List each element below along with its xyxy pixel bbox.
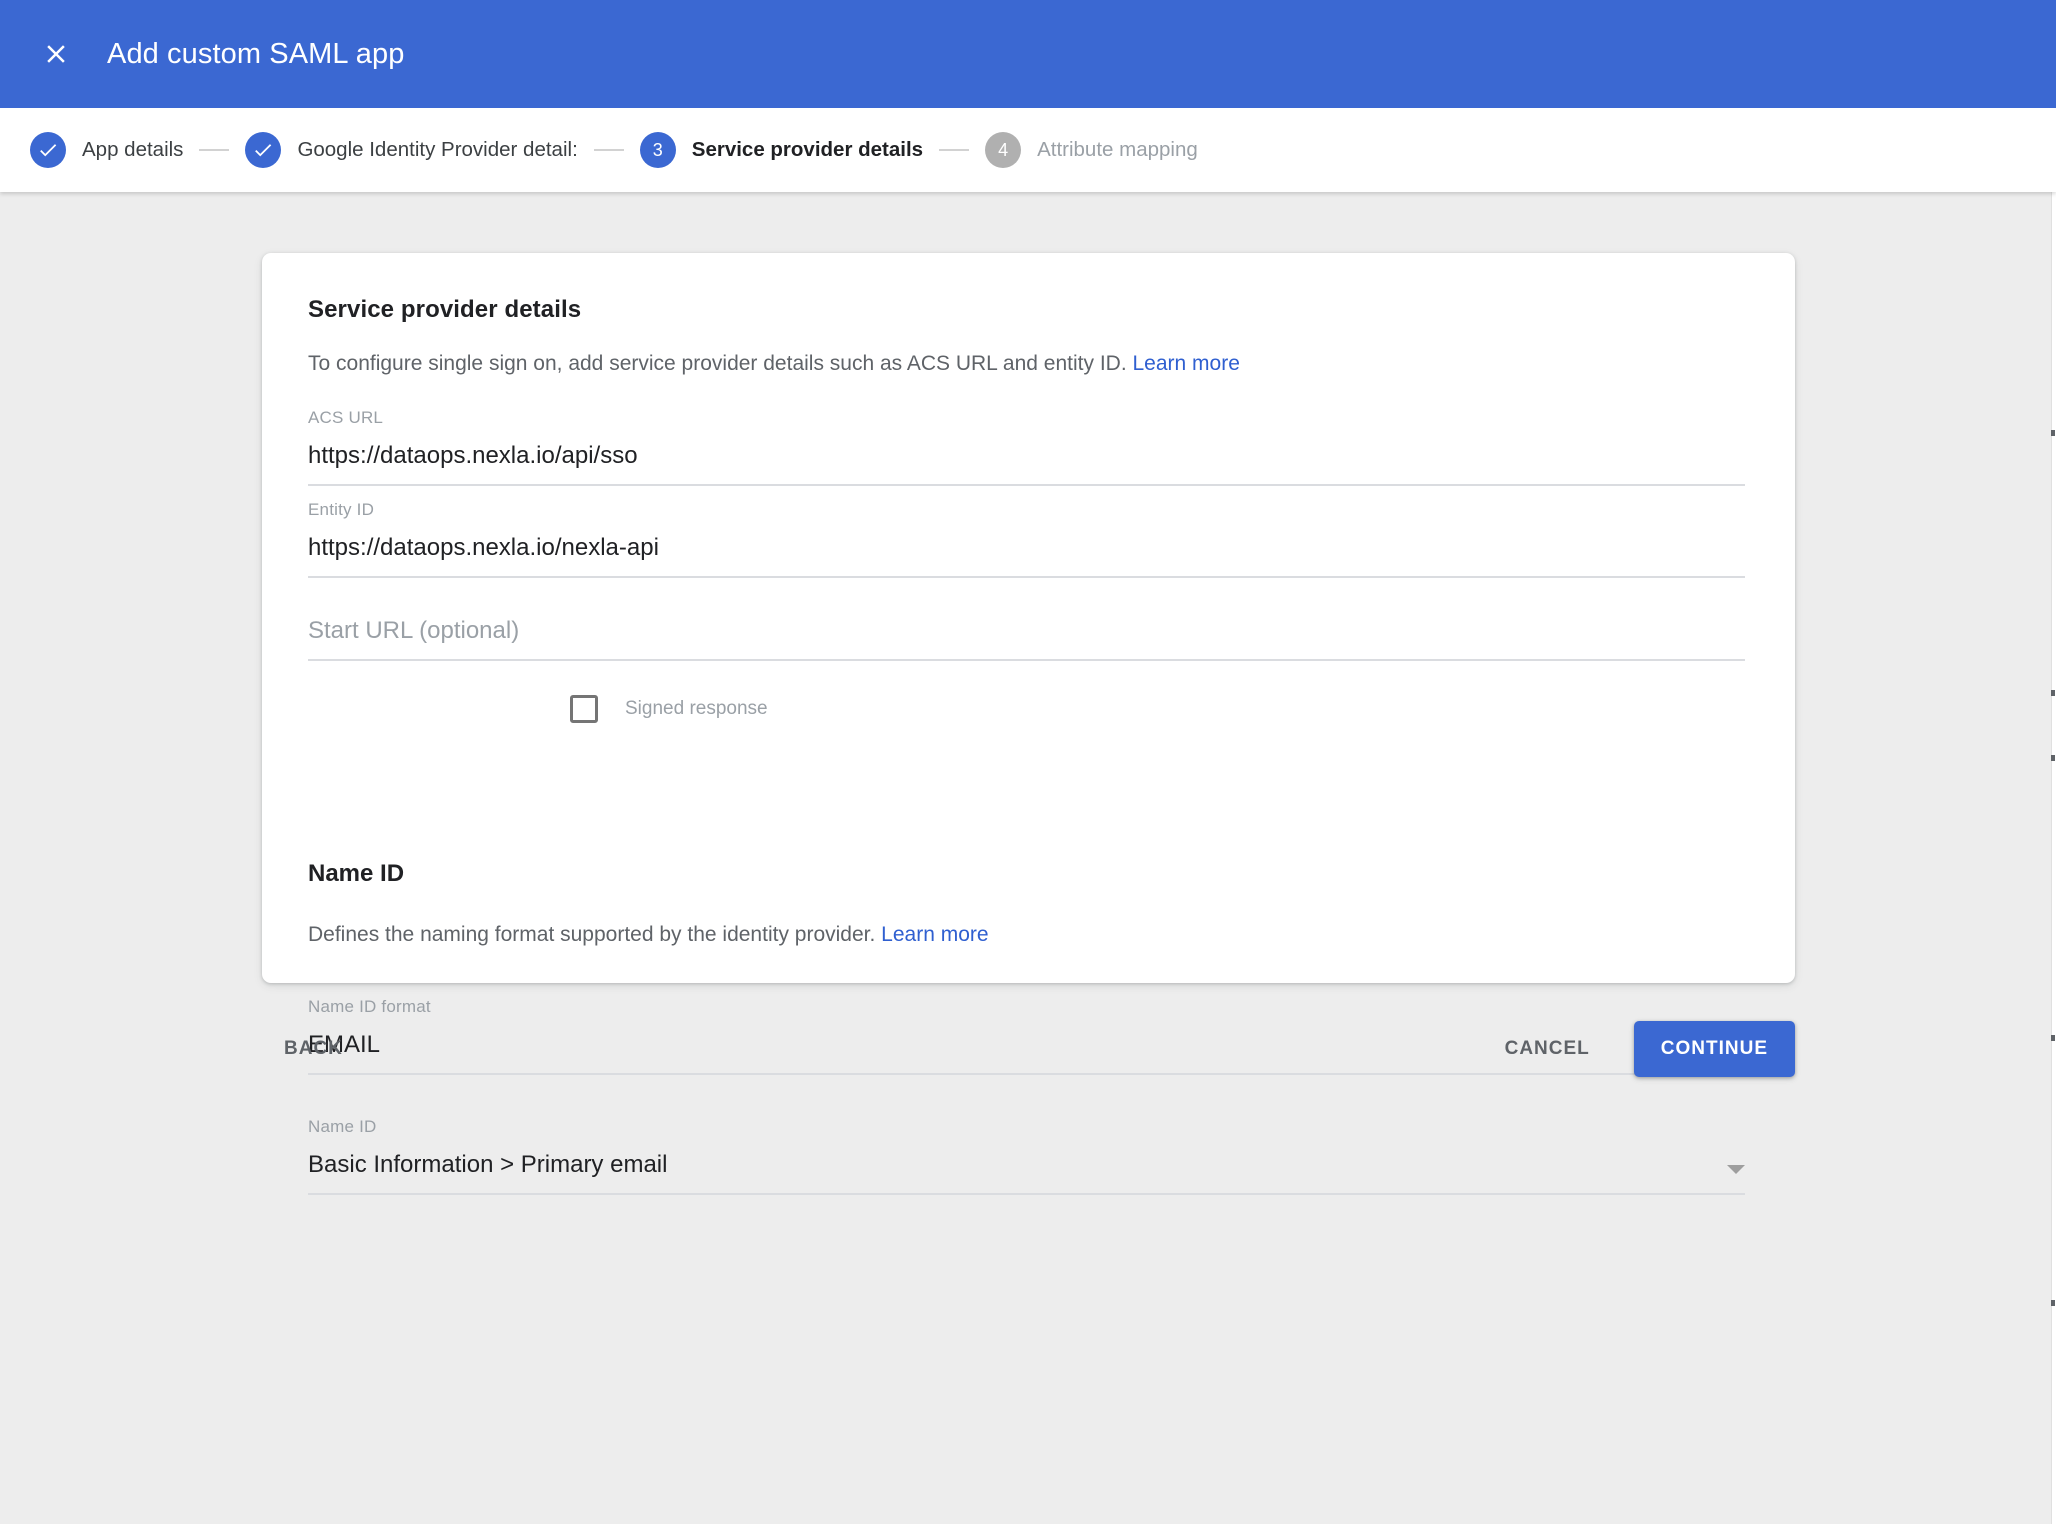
service-provider-details-card: Service provider details To configure si… xyxy=(262,253,1795,1195)
background-edge-mark xyxy=(2051,1300,2055,1306)
start-url-field: Start URL (optional) xyxy=(308,619,1745,661)
name-id-section-description: Defines the naming format supported by t… xyxy=(308,923,989,947)
step-2-check-icon xyxy=(245,132,282,168)
step-3-label: Service provider details xyxy=(691,138,924,161)
stepper: App details Google Identity Provider det… xyxy=(0,108,2056,192)
step-app-details[interactable]: App details xyxy=(30,132,183,168)
back-button[interactable]: BACK xyxy=(262,1024,365,1074)
background-edge-mark xyxy=(2051,690,2055,696)
card-description: To configure single sign on, add service… xyxy=(308,350,1735,377)
name-id-description-text: Defines the naming format supported by t… xyxy=(308,923,876,946)
signed-response-label[interactable]: Signed response xyxy=(625,698,768,720)
step-4-number: 4 xyxy=(985,132,1022,168)
chevron-down-icon xyxy=(1727,1165,1745,1174)
background-edge-mark xyxy=(2051,755,2055,761)
step-connector-1 xyxy=(199,149,230,151)
name-id-select[interactable]: Basic Information > Primary email xyxy=(308,1153,1745,1195)
name-id-section-title: Name ID xyxy=(308,860,405,887)
close-icon[interactable] xyxy=(30,28,82,80)
acs-url-input[interactable]: https://dataops.nexla.io/api/sso xyxy=(308,444,1745,486)
step-connector-2 xyxy=(593,149,624,151)
learn-more-link-name-id[interactable]: Learn more xyxy=(881,923,988,946)
name-id-label: Name ID xyxy=(308,1117,377,1136)
step-connector-3 xyxy=(939,149,970,151)
name-id-field: Name ID Basic Information > Primary emai… xyxy=(308,1118,1745,1195)
background-edge-mark xyxy=(2051,430,2055,436)
card-title: Service provider details xyxy=(308,296,582,323)
start-url-input[interactable]: Start URL (optional) xyxy=(308,619,1745,661)
step-4-label: Attribute mapping xyxy=(1037,138,1198,161)
background-edge-mark xyxy=(2051,1035,2055,1041)
step-google-identity-provider-details[interactable]: Google Identity Provider detail: xyxy=(245,132,578,168)
name-id-format-label: Name ID format xyxy=(308,997,431,1016)
step-service-provider-details[interactable]: 3 Service provider details xyxy=(639,132,924,168)
step-1-label: App details xyxy=(82,138,184,161)
dialog-body: Service provider details To configure si… xyxy=(0,192,2056,1524)
acs-url-label: ACS URL xyxy=(308,408,384,427)
dialog-actions: BACK CANCEL CONTINUE xyxy=(262,1020,1795,1078)
continue-button[interactable]: CONTINUE xyxy=(1633,1021,1795,1077)
step-attribute-mapping[interactable]: 4 Attribute mapping xyxy=(985,132,1198,168)
step-3-number: 3 xyxy=(639,132,676,168)
acs-url-field: ACS URL https://dataops.nexla.io/api/sso xyxy=(308,409,1745,486)
cancel-button[interactable]: CANCEL xyxy=(1483,1024,1612,1074)
step-1-check-icon xyxy=(30,132,66,168)
signed-response-checkbox[interactable] xyxy=(570,695,598,723)
app-bar: Add custom SAML app xyxy=(0,0,2056,108)
background-page-edge xyxy=(2051,0,2056,1524)
step-2-label: Google Identity Provider detail: xyxy=(297,138,578,161)
learn-more-link-sp[interactable]: Learn more xyxy=(1133,352,1240,375)
entity-id-label: Entity ID xyxy=(308,500,375,519)
page-title: Add custom SAML app xyxy=(107,37,405,70)
entity-id-input[interactable]: https://dataops.nexla.io/nexla-api xyxy=(308,536,1745,578)
card-description-text: To configure single sign on, add service… xyxy=(308,352,1127,375)
entity-id-field: Entity ID https://dataops.nexla.io/nexla… xyxy=(308,501,1745,578)
name-id-value: Basic Information > Primary email xyxy=(308,1151,668,1178)
signed-response-row[interactable]: Signed response xyxy=(570,695,768,723)
